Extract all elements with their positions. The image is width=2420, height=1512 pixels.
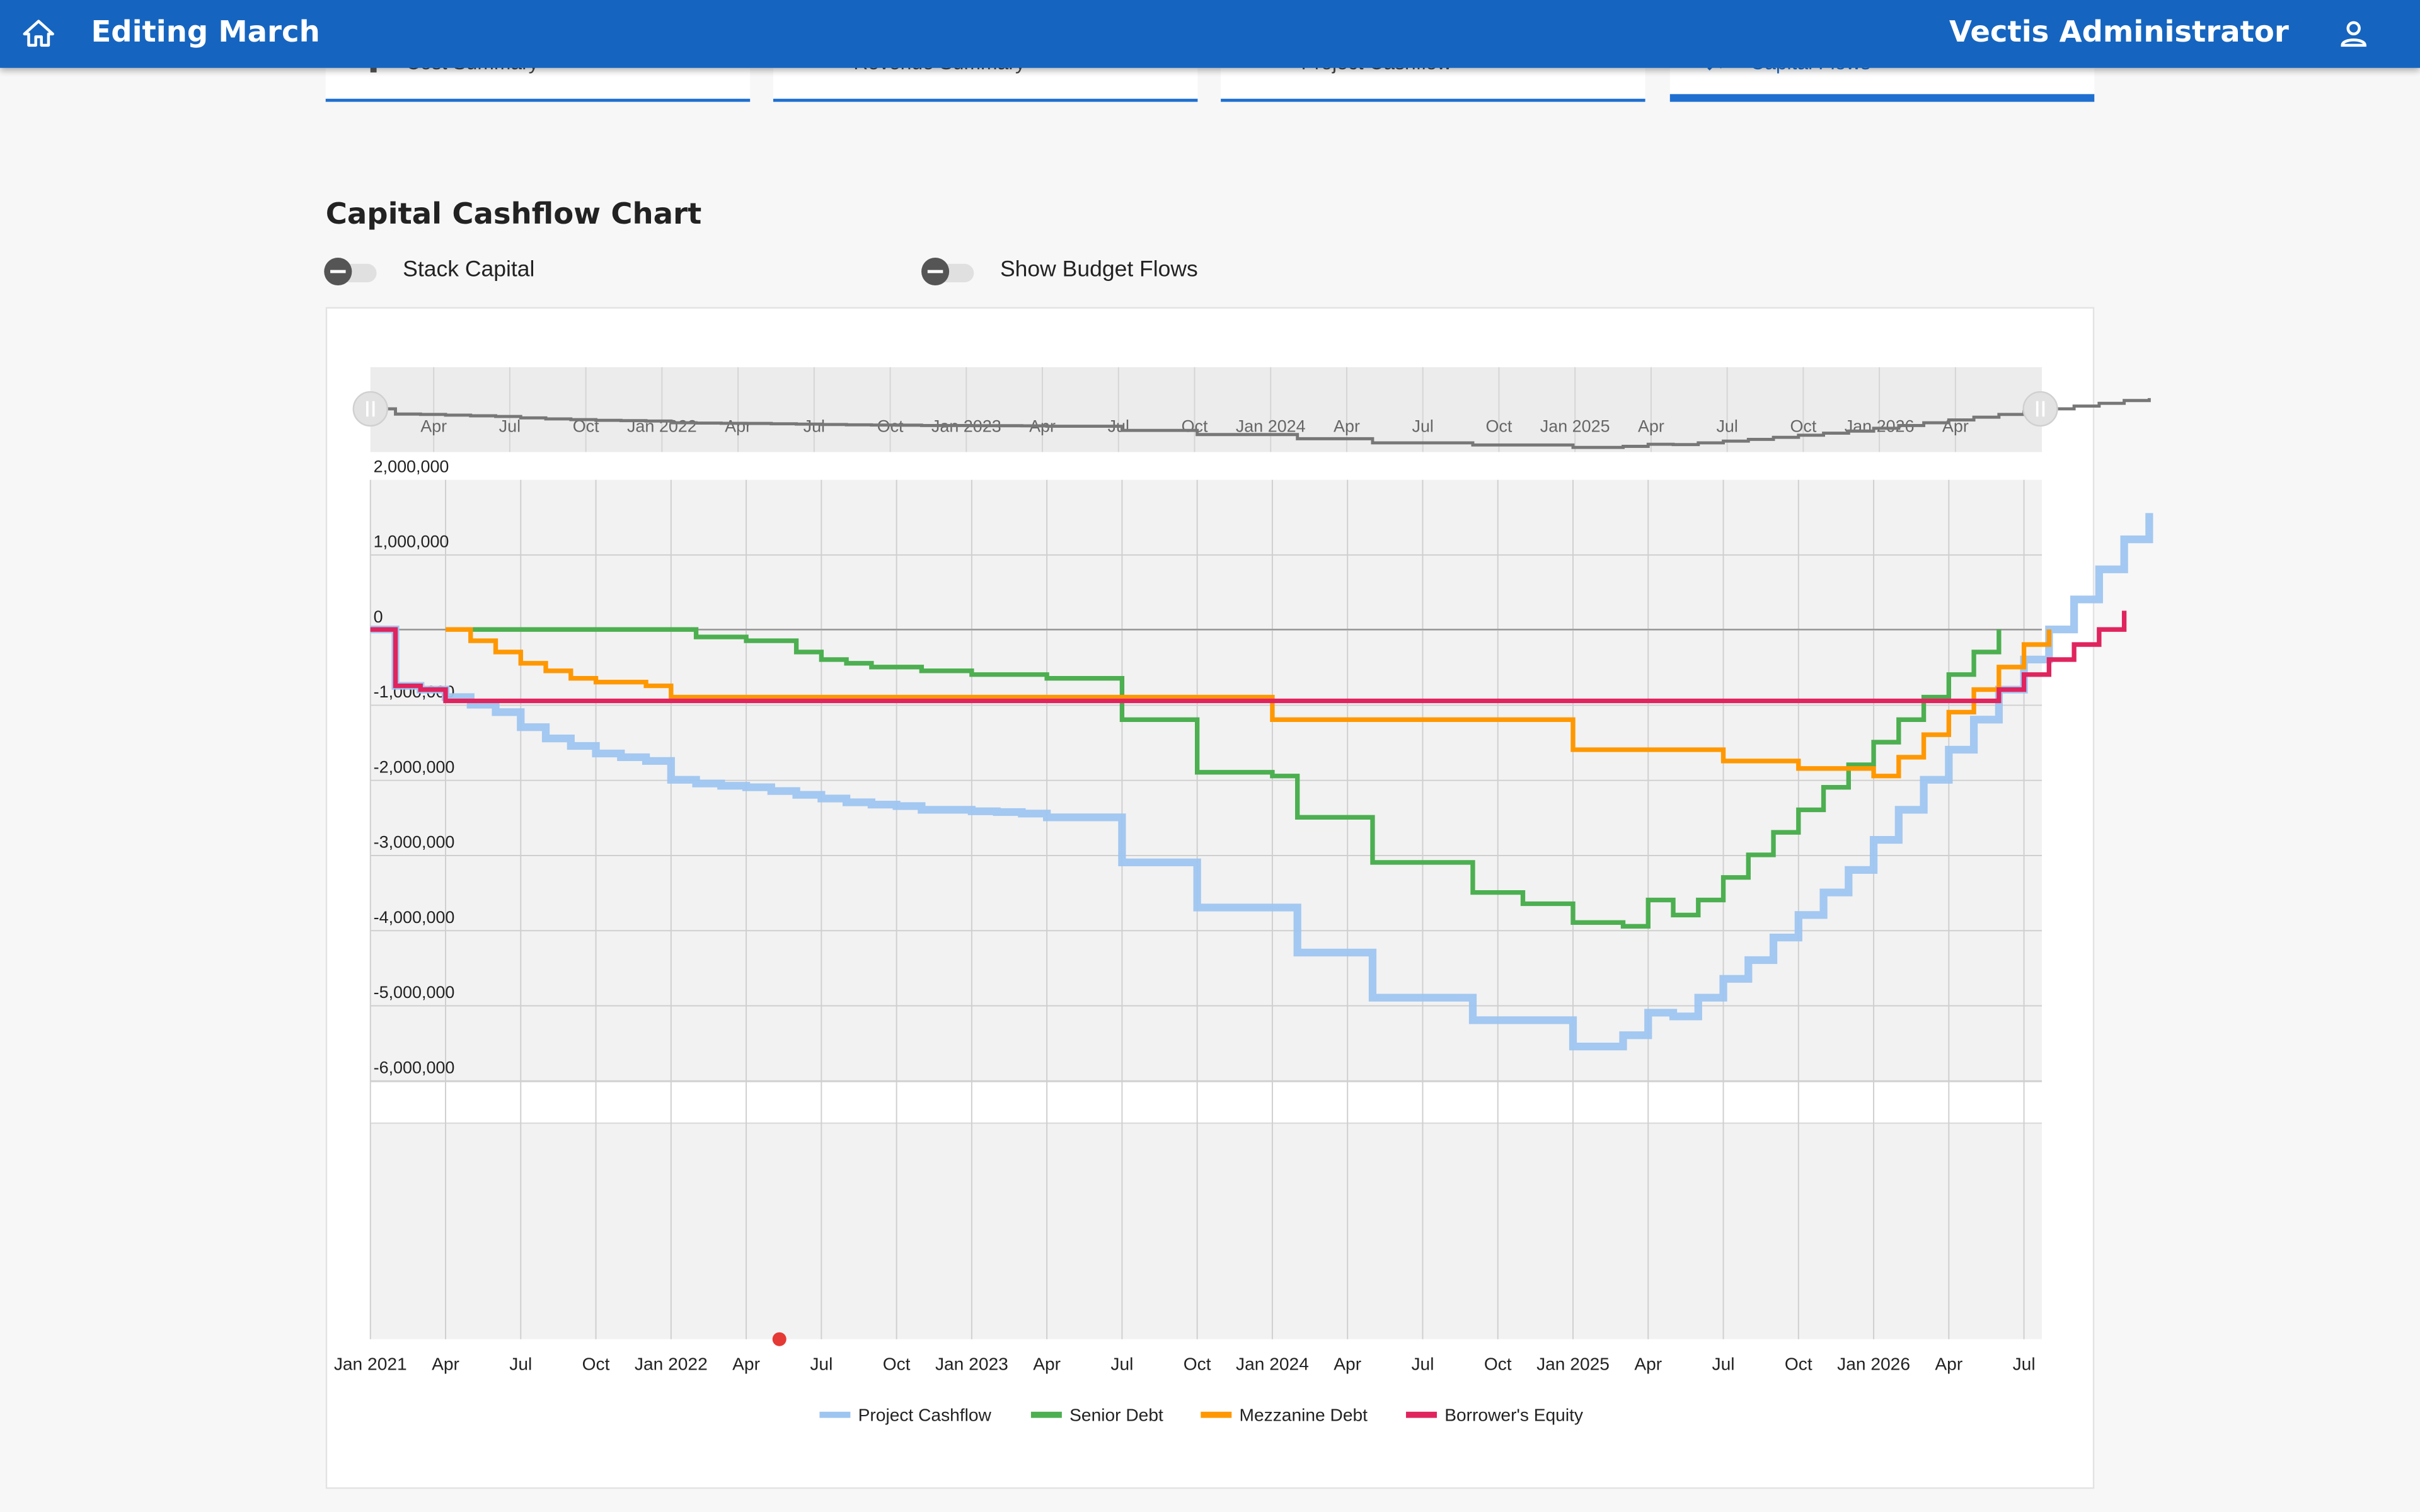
x-tick-label: Oct bbox=[1484, 1354, 1512, 1374]
navigator-handle-right[interactable] bbox=[2022, 391, 2058, 427]
page-title: Editing March bbox=[91, 15, 320, 50]
x-tick-label: Jan 2023 bbox=[935, 1354, 1008, 1374]
legend-swatch bbox=[1201, 1411, 1232, 1418]
home-icon[interactable] bbox=[21, 17, 55, 51]
y-tick-label: -3,000,000 bbox=[374, 833, 455, 852]
legend-label: Mezzanine Debt bbox=[1240, 1406, 1368, 1425]
legend-swatch bbox=[819, 1411, 851, 1418]
y-tick-label: -5,000,000 bbox=[374, 983, 455, 1002]
legend-label: Borrower's Equity bbox=[1444, 1406, 1584, 1425]
navigator-tick-label: Jul bbox=[499, 417, 521, 436]
x-tick-label: Jul bbox=[509, 1354, 532, 1374]
navigator-handle-left[interactable] bbox=[352, 391, 388, 427]
user-name[interactable]: Vectis Administrator bbox=[1949, 15, 2289, 49]
x-tick-label: Jul bbox=[1411, 1354, 1434, 1374]
navigator-tick-label: Apr bbox=[420, 417, 447, 436]
current-date-marker bbox=[772, 1332, 786, 1346]
x-tick-label: Oct bbox=[582, 1354, 610, 1374]
navigator-tick-label: Jul bbox=[804, 417, 825, 436]
x-tick-label: Jan 2026 bbox=[1837, 1354, 1910, 1374]
y-tick-label: -6,000,000 bbox=[374, 1058, 455, 1077]
navigator-tick-label: Apr bbox=[1638, 417, 1664, 436]
y-tick-label: 1,000,000 bbox=[374, 532, 449, 551]
y-tick-label: 0 bbox=[374, 607, 383, 626]
x-tick-label: Jan 2024 bbox=[1236, 1354, 1309, 1374]
x-tick-label: Jul bbox=[2013, 1354, 2036, 1374]
x-tick-label: Apr bbox=[1334, 1354, 1361, 1374]
y-tick-label: -2,000,000 bbox=[374, 757, 455, 776]
x-tick-label: Oct bbox=[883, 1354, 911, 1374]
x-tick-label: Oct bbox=[1184, 1354, 1211, 1374]
x-tick-label: Apr bbox=[1935, 1354, 1962, 1374]
x-tick-label: Apr bbox=[1033, 1354, 1061, 1374]
capital-cashflow-chart: Jan 2021 Apr Jul Oct Jan 2022 Apr Jul Oct Jan 20… bbox=[334, 367, 2153, 1425]
legend-swatch bbox=[1406, 1411, 1438, 1418]
navigator-tick-label: Oct bbox=[1790, 417, 1816, 436]
navigator-tick-label: Apr bbox=[725, 417, 751, 436]
x-tick-label: Apr bbox=[432, 1354, 459, 1374]
x-tick-label: Apr bbox=[1634, 1354, 1662, 1374]
x-tick-label: Jul bbox=[810, 1354, 833, 1374]
legend-label: Senior Debt bbox=[1069, 1406, 1163, 1425]
navigator-tick-label: Jul bbox=[1412, 417, 1434, 436]
navigator-tick-label: Oct bbox=[1182, 417, 1208, 436]
x-tick-label: Apr bbox=[732, 1354, 760, 1374]
navigator-tick-label: Jul bbox=[1716, 417, 1737, 436]
navigator-tick-label: Jan 2025 bbox=[1540, 417, 1610, 436]
plot-area-lower bbox=[370, 1123, 2043, 1339]
x-tick-label: Jan 2025 bbox=[1536, 1354, 1610, 1374]
legend-label: Project Cashflow bbox=[858, 1406, 992, 1425]
navigator-area bbox=[370, 367, 2043, 452]
y-tick-label: 2,000,000 bbox=[374, 457, 449, 476]
y-tick-label: -4,000,000 bbox=[374, 908, 455, 927]
x-tick-label: Jul bbox=[1712, 1354, 1735, 1374]
x-tick-label: Jul bbox=[1110, 1354, 1133, 1374]
x-tick-label: Jan 2021 bbox=[334, 1354, 407, 1374]
x-tick-label: Jan 2022 bbox=[635, 1354, 708, 1374]
x-tick-label: Oct bbox=[1785, 1354, 1812, 1374]
navigator-tick-label: Apr bbox=[1334, 417, 1360, 436]
navigator-tick-label: Jan 2024 bbox=[1236, 417, 1306, 436]
navigator-tick-label: Oct bbox=[1486, 417, 1512, 436]
account-icon[interactable] bbox=[2337, 17, 2371, 51]
legend-swatch bbox=[1030, 1411, 1062, 1418]
app-bar: Editing March Vectis Administrator bbox=[0, 0, 2420, 68]
